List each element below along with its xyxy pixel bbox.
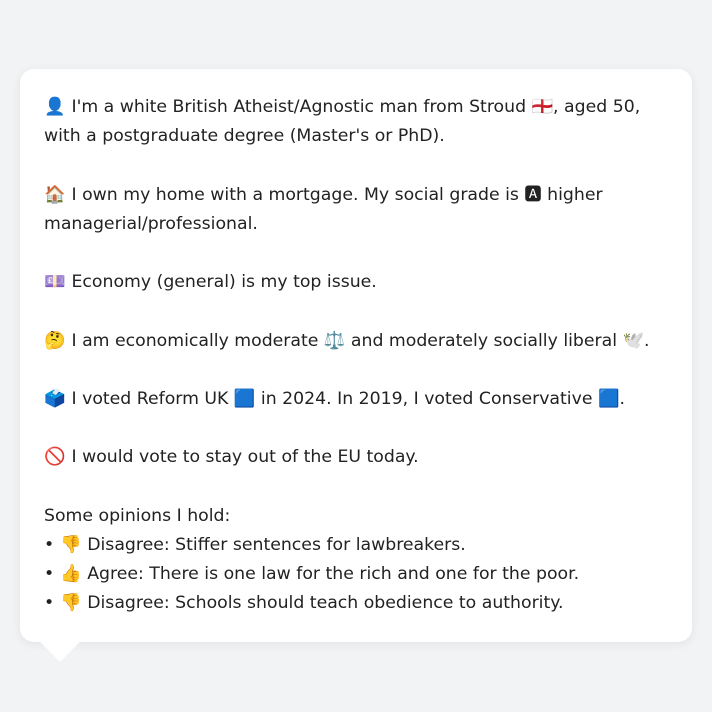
money-icon: 💷 (44, 272, 66, 293)
list-item: • 👍 Agree: There is one law for the rich… (44, 560, 672, 589)
thumbs-down-icon: 👎 (59, 534, 82, 555)
prohibited-icon: 🚫 (44, 447, 66, 468)
intro-line: 👤 I'm a white British Atheist/Agnostic m… (44, 93, 672, 151)
bullet: • (44, 564, 55, 585)
opinion-text: Disagree: Stiffer sentences for lawbreak… (87, 534, 466, 555)
persona-message-bubble: 👤 I'm a white British Atheist/Agnostic m… (20, 69, 692, 642)
ballot-box-icon: 🗳️ (44, 388, 66, 409)
bubble-tail (40, 642, 80, 662)
person-icon: 👤 (44, 97, 66, 117)
opinions-list: • 👎 Disagree: Stiffer sentences for lawb… (44, 531, 672, 619)
opinion-text: Agree: There is one law for the rich and… (87, 564, 580, 585)
bullet: • (44, 593, 55, 614)
eu-line: 🚫 I would vote to stay out of the EU tod… (44, 443, 672, 472)
eu-text: I would vote to stay out of the EU today… (71, 447, 419, 468)
thumbs-up-icon: 👍 (59, 564, 82, 585)
thinking-icon: 🤔 (44, 330, 66, 351)
issue-text: Economy (general) is my top issue. (71, 272, 377, 293)
thumbs-down-icon: 👎 (59, 593, 82, 614)
views-text: I am economically moderate ⚖️ and modera… (71, 330, 650, 351)
list-item: • 👎 Disagree: Stiffer sentences for lawb… (44, 531, 672, 560)
house-icon: 🏠 (44, 184, 66, 205)
opinions-heading: Some opinions I hold: (44, 505, 231, 526)
list-item: • 👎 Disagree: Schools should teach obedi… (44, 589, 672, 618)
home-line: 🏠 I own my home with a mortgage. My soci… (44, 181, 672, 239)
home-text: I own my home with a mortgage. My social… (44, 184, 603, 234)
intro-text: I'm a white British Atheist/Agnostic man… (44, 97, 641, 147)
issue-line: 💷 Economy (general) is my top issue. (44, 268, 672, 297)
opinion-text: Disagree: Schools should teach obedience… (87, 593, 564, 614)
bullet: • (44, 534, 55, 555)
vote-text: I voted Reform UK 🟦 in 2024. In 2019, I … (71, 388, 625, 409)
views-line: 🤔 I am economically moderate ⚖️ and mode… (44, 327, 672, 356)
vote-line: 🗳️ I voted Reform UK 🟦 in 2024. In 2019,… (44, 385, 672, 414)
